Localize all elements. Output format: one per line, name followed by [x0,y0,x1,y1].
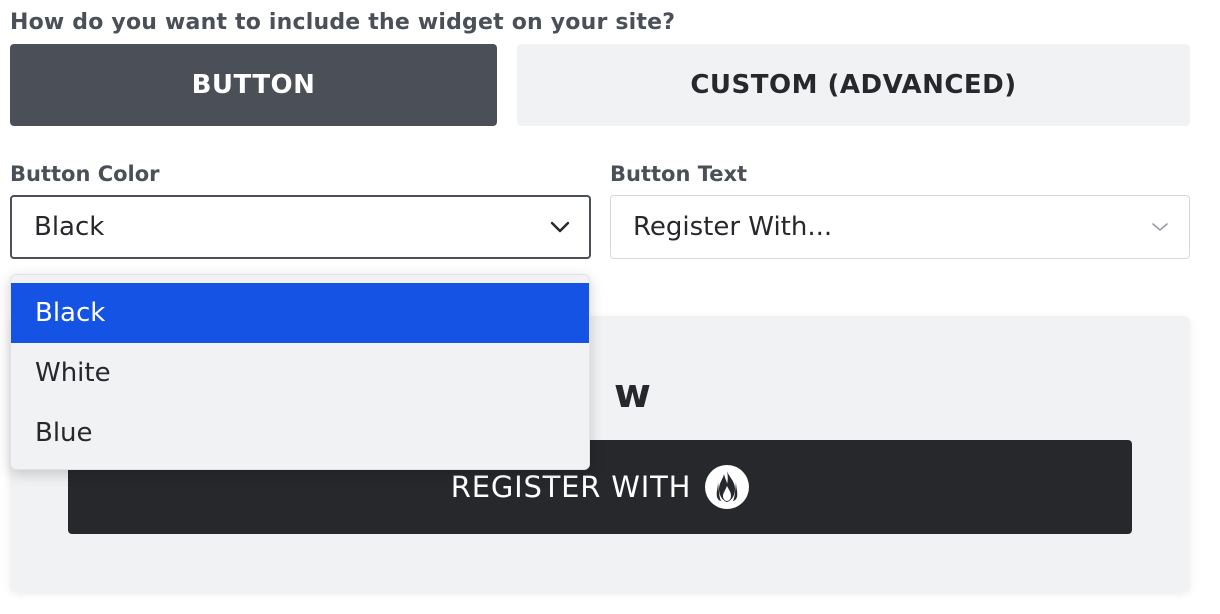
chevron-down-icon [550,221,570,233]
button-color-select[interactable]: Black [10,195,591,259]
option-blue[interactable]: Blue [11,403,589,463]
register-button-label: REGISTER WITH [450,470,692,504]
question-heading: How do you want to include the widget on… [10,10,676,35]
button-text-label: Button Text [610,162,748,186]
flame-logo-icon [705,465,750,509]
button-color-dropdown: Black White Blue [10,274,590,470]
chevron-down-icon [1152,223,1168,231]
button-color-label: Button Color [10,162,160,186]
option-black[interactable]: Black [11,283,589,343]
custom-mode-tab[interactable]: CUSTOM (ADVANCED) [517,44,1190,126]
button-color-value: Black [34,212,105,242]
widget-settings: How do you want to include the widget on… [0,0,1220,614]
button-mode-tab[interactable]: BUTTON [10,44,497,126]
option-white[interactable]: White [11,343,589,403]
button-text-select[interactable]: Register With... [610,195,1190,259]
button-text-value: Register With... [633,212,833,242]
